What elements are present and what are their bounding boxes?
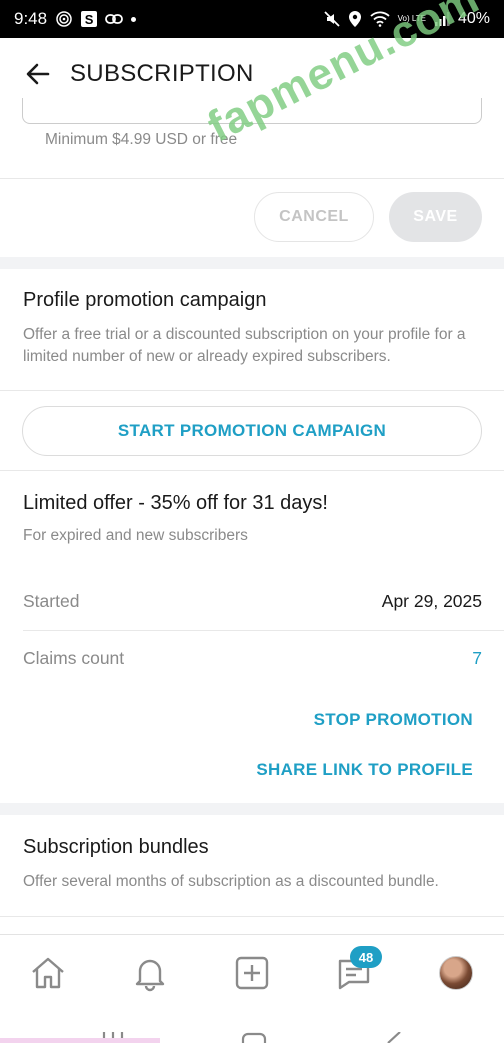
divider [23, 630, 504, 631]
bell-icon [135, 959, 165, 992]
page-title: SUBSCRIPTION [70, 60, 254, 87]
nav-home[interactable] [28, 953, 68, 993]
add-post-icon [235, 956, 269, 990]
home-icon [32, 957, 64, 989]
form-actions: CANCEL SAVE [0, 192, 504, 244]
claims-count-link[interactable]: 7 [472, 648, 482, 669]
back-button[interactable] [20, 56, 56, 92]
claims-label: Claims count [23, 648, 125, 668]
bundles-title: Subscription bundles [23, 836, 209, 858]
nav-messages[interactable]: 48 [334, 946, 382, 993]
messages-badge: 48 [350, 946, 382, 968]
back-nav-icon[interactable] [380, 1032, 404, 1043]
offer-title: Limited offer - 35% off for 31 days! [23, 492, 328, 514]
status-time: 9:48 [14, 9, 48, 28]
home-button-icon[interactable] [240, 1032, 268, 1043]
cancel-button[interactable]: CANCEL [254, 192, 374, 242]
divider [0, 470, 504, 471]
offer-subtitle: For expired and new subscribers [23, 527, 248, 544]
app-s-icon: S [81, 11, 98, 27]
mute-icon [324, 10, 340, 28]
nav-notifications[interactable] [130, 953, 170, 993]
nav-add-post[interactable] [232, 953, 272, 993]
section-separator [0, 257, 504, 269]
divider [0, 390, 504, 391]
start-promotion-button[interactable]: START PROMOTION CAMPAIGN [22, 406, 482, 456]
notification-dot-icon [131, 16, 137, 22]
link-icon [105, 10, 123, 28]
started-row: Started Apr 29, 2025 [23, 591, 482, 612]
promotion-description: Offer a free trial or a discounted subsc… [23, 326, 466, 365]
started-value: Apr 29, 2025 [381, 591, 482, 611]
bottom-nav: 48 [0, 934, 504, 1014]
bundles-description: Offer several months of subscription as … [23, 873, 439, 890]
system-nav-bar [0, 1014, 504, 1043]
stop-promotion-button[interactable]: STOP PROMOTION [314, 710, 473, 730]
section-separator [0, 803, 504, 815]
claims-row: Claims count 7 [23, 648, 482, 669]
started-label: Started [23, 591, 80, 611]
fingerprint-icon [55, 10, 73, 28]
price-hint: Minimum $4.99 USD or free [45, 131, 238, 148]
decorative-strip [0, 1038, 160, 1043]
promotion-title: Profile promotion campaign [23, 289, 267, 311]
save-button[interactable]: SAVE [389, 192, 482, 242]
arrow-left-icon [26, 63, 50, 85]
nav-profile[interactable] [436, 953, 476, 993]
divider [0, 916, 504, 917]
share-link-button[interactable]: SHARE LINK TO PROFILE [256, 760, 473, 780]
avatar [439, 956, 473, 990]
divider [0, 178, 504, 179]
